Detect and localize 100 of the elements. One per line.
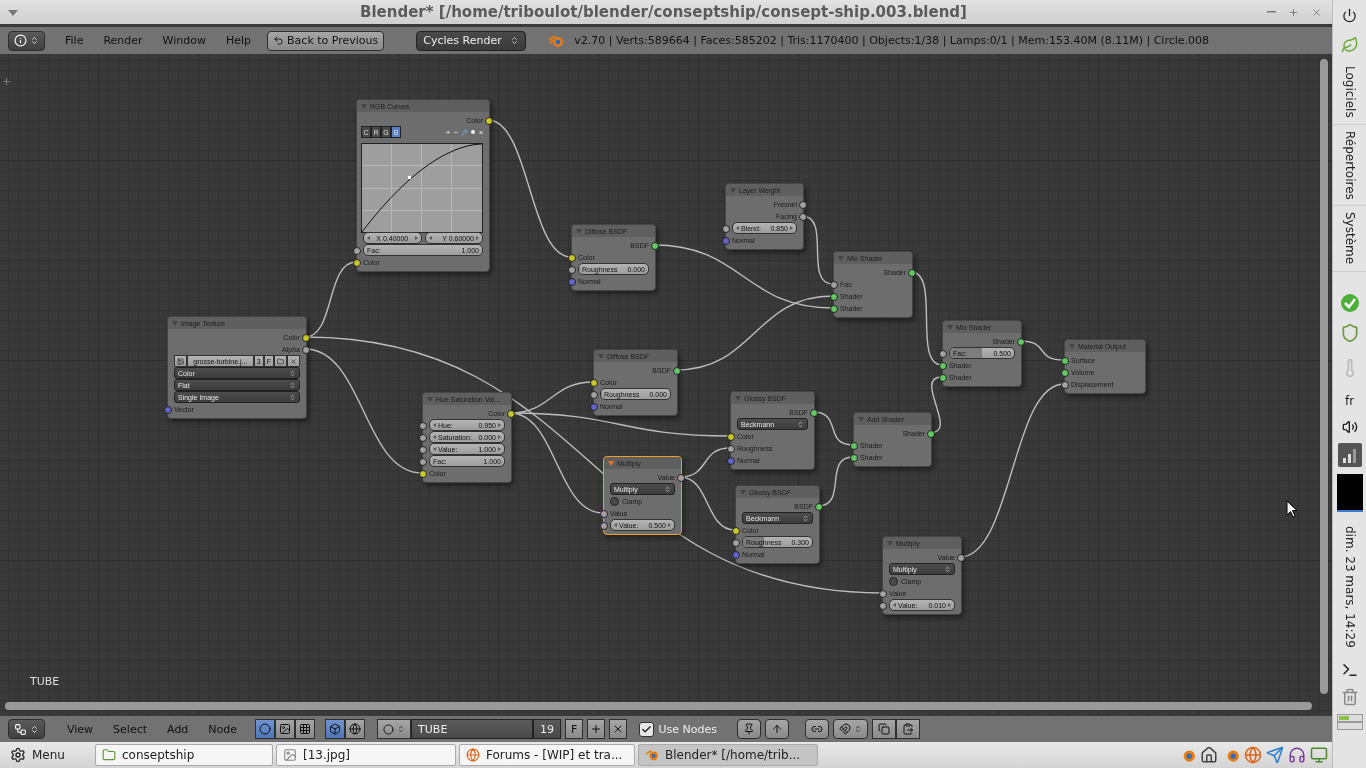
start-menu-button[interactable]: Menu <box>4 746 92 764</box>
menu-item[interactable]: Add <box>159 722 197 736</box>
trash-icon[interactable] <box>1340 688 1359 707</box>
menu-item[interactable]: Select <box>105 722 156 736</box>
panel-menu-item[interactable]: Système <box>1332 206 1366 272</box>
menu-item[interactable]: Node <box>200 722 246 736</box>
parent-node-button[interactable] <box>764 719 789 739</box>
output-socket[interactable] <box>908 269 916 277</box>
headphones-icon[interactable] <box>1288 746 1306 764</box>
input-socket[interactable] <box>568 266 576 274</box>
input-socket[interactable] <box>1061 381 1069 389</box>
input-socket[interactable] <box>419 422 427 430</box>
checkbox[interactable] <box>889 576 898 586</box>
input-socket[interactable] <box>722 225 730 233</box>
input-socket[interactable] <box>732 527 740 535</box>
menu-item[interactable]: File <box>57 34 92 47</box>
paste-button[interactable] <box>895 719 920 739</box>
input-socket[interactable] <box>600 522 608 530</box>
image-browse-button[interactable] <box>174 355 187 367</box>
fake-user-button[interactable]: F <box>565 719 584 739</box>
taskbar-window-button[interactable]: Forums - [WIP] et tra... <box>459 744 635 766</box>
input-socket[interactable] <box>939 374 947 382</box>
output-socket[interactable] <box>302 346 310 354</box>
input-socket[interactable] <box>830 293 838 301</box>
menu-item[interactable]: Help <box>217 34 260 47</box>
input-socket[interactable] <box>939 350 947 358</box>
taskbar-window-button[interactable]: conseptship <box>95 744 273 766</box>
volume-icon[interactable] <box>1341 418 1358 435</box>
copy-button[interactable] <box>871 719 896 739</box>
input-socket[interactable] <box>419 458 427 466</box>
workspace-switcher-icon[interactable] <box>1336 714 1363 731</box>
shader-source-button[interactable] <box>345 719 366 739</box>
unlink-button[interactable] <box>609 719 628 739</box>
plus-icon[interactable] <box>3 78 10 85</box>
input-socket[interactable] <box>419 434 427 442</box>
input-socket[interactable] <box>353 247 361 255</box>
keyboard-layout[interactable]: fr <box>1344 387 1355 414</box>
curve-tool-button[interactable]: × <box>477 127 485 137</box>
material-browse-button[interactable] <box>377 719 412 739</box>
vertical-scrollbar[interactable] <box>1320 59 1328 694</box>
editor-type-button[interactable] <box>8 719 45 739</box>
output-socket[interactable] <box>673 367 681 375</box>
input-socket[interactable] <box>1061 369 1069 377</box>
input-socket[interactable] <box>590 391 598 399</box>
output-socket[interactable] <box>507 410 515 418</box>
back-button[interactable]: Back to Previous <box>267 30 385 51</box>
dot-icon[interactable] <box>471 130 475 134</box>
input-socket[interactable] <box>830 305 838 313</box>
caret-icon[interactable] <box>8 10 18 16</box>
menu-item[interactable]: Render <box>95 34 151 47</box>
shader-type-button[interactable] <box>275 719 296 739</box>
taskbar-window-button[interactable]: Blender* [/home/trib... <box>638 744 818 766</box>
checkbox[interactable] <box>610 496 619 506</box>
link-button[interactable] <box>804 719 829 739</box>
output-socket[interactable] <box>815 503 823 511</box>
panel-menu-item[interactable]: Logiciels <box>1332 60 1366 125</box>
signal-icon[interactable] <box>1337 442 1362 467</box>
input-socket[interactable] <box>727 457 735 465</box>
input-socket[interactable] <box>830 281 838 289</box>
output-socket[interactable] <box>957 554 965 562</box>
render-engine-dropdown[interactable]: Cycles Render <box>416 30 527 51</box>
power-icon[interactable] <box>1342 7 1357 23</box>
output-socket[interactable] <box>677 474 685 482</box>
input-socket[interactable] <box>419 446 427 454</box>
input-socket[interactable] <box>600 510 608 518</box>
input-socket[interactable] <box>590 379 598 387</box>
unlink-button[interactable] <box>287 355 300 367</box>
material-name-field[interactable]: TUBE <box>411 719 534 739</box>
open-file-button[interactable] <box>274 355 287 367</box>
input-socket[interactable] <box>939 362 947 370</box>
input-socket[interactable] <box>590 403 598 411</box>
input-socket[interactable] <box>879 590 887 598</box>
maximize-icon[interactable] <box>1288 6 1299 18</box>
horizontal-scrollbar[interactable] <box>5 702 1312 710</box>
input-socket[interactable] <box>727 445 735 453</box>
input-socket[interactable] <box>732 551 740 559</box>
clock[interactable]: dim. 23 mars, 14:29 <box>1332 515 1366 658</box>
curve-tool-button[interactable]: + <box>444 127 452 137</box>
node-canvas[interactable] <box>0 54 1332 714</box>
system-monitor-graph[interactable] <box>1336 473 1363 512</box>
output-socket[interactable] <box>810 409 818 417</box>
shader-type-button[interactable] <box>295 719 316 739</box>
output-socket[interactable] <box>927 430 935 438</box>
output-socket[interactable] <box>799 213 807 221</box>
curve-drawing[interactable] <box>361 143 483 233</box>
taskbar-window-button[interactable]: [13.jpg] <box>276 744 456 766</box>
output-socket[interactable] <box>1017 338 1025 346</box>
output-socket[interactable] <box>302 334 310 342</box>
snap-button[interactable] <box>832 719 868 739</box>
input-socket[interactable] <box>568 278 576 286</box>
output-socket[interactable] <box>651 242 659 250</box>
input-socket[interactable] <box>879 602 887 610</box>
input-socket[interactable] <box>1061 357 1069 365</box>
check-badge-icon[interactable] <box>1339 292 1360 313</box>
house-icon[interactable] <box>1200 746 1218 764</box>
globe-icon[interactable] <box>1244 746 1262 764</box>
input-socket[interactable] <box>850 442 858 450</box>
output-socket[interactable] <box>799 201 807 209</box>
close-icon[interactable] <box>1311 6 1322 18</box>
curve-tool-button[interactable]: − <box>452 127 460 137</box>
